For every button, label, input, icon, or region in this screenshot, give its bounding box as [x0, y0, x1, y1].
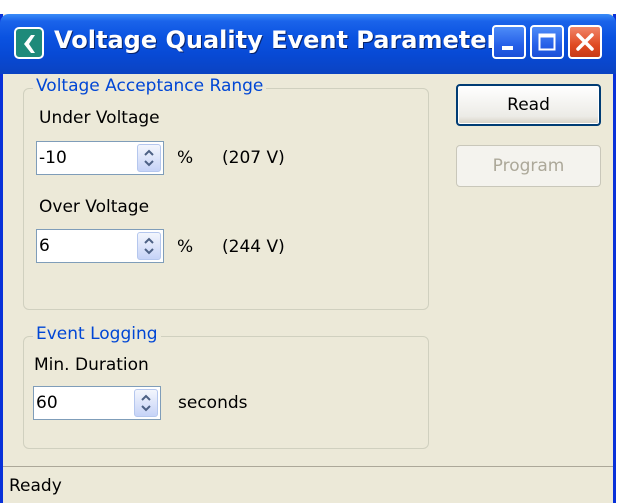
over-voltage-label: Over Voltage [39, 197, 150, 217]
maximize-button[interactable] [530, 25, 564, 59]
under-voltage-spinbox[interactable] [36, 141, 164, 175]
close-icon [576, 33, 594, 51]
over-voltage-equivalent: (244 V) [222, 237, 285, 257]
event-logging-legend: Event Logging [33, 324, 161, 344]
close-button[interactable] [568, 25, 602, 59]
voltage-range-legend: Voltage Acceptance Range [33, 76, 267, 96]
read-button[interactable]: Read [456, 84, 601, 126]
min-duration-spin-buttons[interactable] [134, 389, 158, 417]
status-text: Ready [9, 476, 62, 496]
minimize-button[interactable] [492, 25, 526, 59]
min-duration-unit: seconds [178, 393, 248, 413]
under-voltage-label: Under Voltage [39, 108, 160, 128]
min-duration-input[interactable] [36, 389, 126, 417]
spin-arrows-icon [144, 237, 154, 255]
spin-arrows-icon [141, 394, 151, 412]
over-voltage-unit: % [177, 237, 194, 257]
over-voltage-input[interactable] [39, 232, 129, 260]
maximize-icon [538, 33, 556, 51]
under-voltage-unit: % [177, 148, 194, 168]
window-title: Voltage Quality Event Parameters [54, 26, 513, 54]
app-icon[interactable] [14, 27, 44, 59]
spin-arrows-icon [144, 149, 154, 167]
program-button[interactable]: Program [456, 145, 601, 187]
under-voltage-equivalent: (207 V) [222, 148, 285, 168]
under-voltage-input[interactable] [39, 144, 129, 172]
over-voltage-spinbox[interactable] [36, 229, 164, 263]
status-bar: Ready [3, 466, 613, 503]
min-duration-label: Min. Duration [34, 355, 149, 375]
under-voltage-spin-buttons[interactable] [137, 144, 161, 172]
over-voltage-spin-buttons[interactable] [137, 232, 161, 260]
minimize-icon [502, 46, 513, 50]
min-duration-spinbox[interactable] [33, 386, 161, 420]
